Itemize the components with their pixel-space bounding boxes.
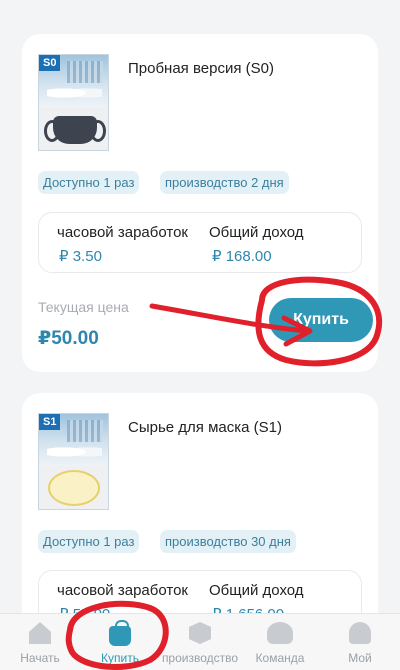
home-icon — [29, 622, 51, 644]
earnings-box: часовой заработок ₽ 3.50 Общий доход ₽ 1… — [38, 212, 362, 273]
tab-team[interactable]: Команда — [240, 614, 320, 670]
mask-photo — [39, 107, 108, 150]
buy-button[interactable]: Купить — [269, 298, 373, 342]
current-price-value: ₽50.00 — [38, 328, 99, 349]
availability-badge: Доступно 1 раз — [38, 171, 140, 194]
tab-buy[interactable]: Купить — [80, 614, 160, 670]
tab-home[interactable]: Начать — [0, 614, 80, 670]
current-price-label: Текущая цена — [38, 299, 129, 315]
tab-profile[interactable]: Мой — [320, 614, 400, 670]
product-image: S1 — [38, 413, 109, 510]
hourly-earnings-label: часовой заработок — [57, 582, 188, 599]
tab-label: Начать — [20, 651, 60, 665]
production-badge: производство 30 дня — [160, 530, 296, 553]
product-image: S0 — [38, 54, 109, 151]
tab-label: Мой — [348, 651, 372, 665]
hourly-earnings-value: ₽ 3.50 — [59, 248, 102, 265]
tab-label: Команда — [255, 651, 305, 665]
tab-production[interactable]: производство — [160, 614, 240, 670]
shopping-bag-icon — [109, 620, 131, 646]
product-title: Сырье для маска (S1) — [128, 419, 282, 436]
mask-photo — [39, 466, 108, 509]
yellow-mask-image — [48, 470, 100, 506]
total-income-label: Общий доход — [209, 224, 304, 241]
product-code-tag: S1 — [39, 414, 61, 430]
box-icon — [189, 622, 211, 644]
total-income-value: ₽ 168.00 — [212, 248, 272, 265]
product-title: Пробная версия (S0) — [128, 60, 274, 77]
bottom-tab-bar: Начать Купить производство Команда Мой — [0, 613, 400, 670]
app-screen: S0 Пробная версия (S0) Доступно 1 раз пр… — [0, 0, 400, 670]
product-card-s0: S0 Пробная версия (S0) Доступно 1 раз пр… — [22, 34, 378, 372]
availability-badge: Доступно 1 раз — [38, 530, 140, 553]
production-badge: производство 2 дня — [160, 171, 289, 194]
user-icon — [349, 622, 371, 644]
product-code-tag: S0 — [39, 55, 61, 71]
team-icon — [267, 622, 293, 644]
total-income-label: Общий доход — [209, 582, 304, 599]
tab-label: производство — [161, 651, 239, 665]
tab-label: Купить — [101, 651, 139, 665]
hourly-earnings-label: часовой заработок — [57, 224, 188, 241]
black-mask-image — [44, 116, 106, 144]
